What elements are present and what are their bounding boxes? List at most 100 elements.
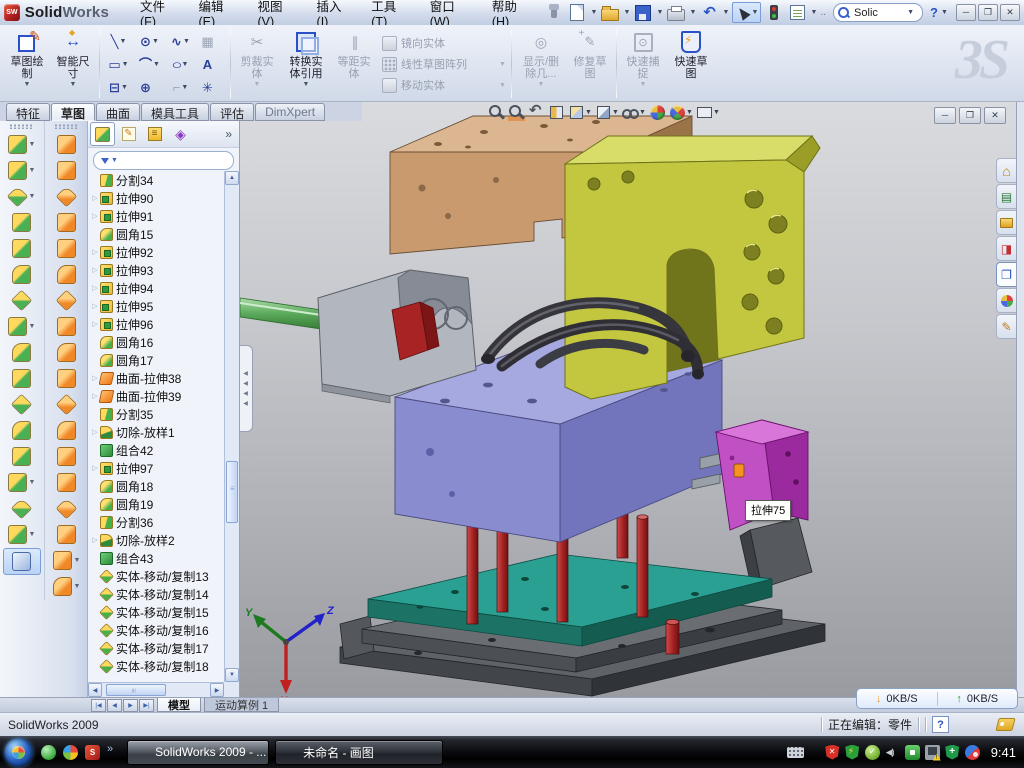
feature-tree-item[interactable]: 实体-移动/复制17 xyxy=(88,639,224,657)
sketch-button[interactable]: 草图绘制▼ xyxy=(4,27,50,101)
view-tool-button[interactable]: ▼ xyxy=(696,104,720,121)
feature-tool-button[interactable]: ▼ xyxy=(4,210,40,235)
options-list-icon[interactable] xyxy=(787,3,807,22)
view-tool-button[interactable]: ▼ xyxy=(568,104,592,121)
model-canvas[interactable]: Y Z X xyxy=(240,102,1016,697)
feature-tree-item[interactable]: 曲面-拉伸39 xyxy=(88,387,224,405)
tree-filter-box[interactable]: ▼ xyxy=(93,151,234,170)
feature-tree-item[interactable]: 分割36 xyxy=(88,513,224,531)
feature-tree-item[interactable]: 圆角17 xyxy=(88,351,224,369)
surface-tool-button[interactable]: ▼ xyxy=(49,444,85,469)
surface-tool-button[interactable]: ▼ xyxy=(49,184,85,209)
task-pane-tab[interactable] xyxy=(996,314,1016,339)
undo-caret[interactable]: ▼ xyxy=(722,9,729,16)
feature-tree-item[interactable]: 切除-放样1 xyxy=(88,423,224,441)
task-pane-tab[interactable] xyxy=(996,262,1016,287)
expand-arrow-icon[interactable] xyxy=(90,248,100,256)
surface-tool-button[interactable]: ▼ xyxy=(49,262,85,287)
options-caret[interactable]: ▼ xyxy=(810,9,817,16)
quick-snaps-button[interactable]: ⊙ 快速捕捉▼ xyxy=(620,27,666,101)
feature-tool-button[interactable]: ▼ xyxy=(4,158,40,183)
view-tool-button[interactable]: ▼ xyxy=(488,104,505,121)
sketch-entity-button[interactable]: ⊙▼ xyxy=(134,30,165,53)
scroll-right-arrow[interactable]: ▶ xyxy=(210,683,224,697)
command-tab[interactable]: 评估 xyxy=(210,103,254,121)
view-tool-button[interactable]: ▼ xyxy=(508,104,525,121)
sketch-entity-button[interactable]: ✳▼ xyxy=(196,76,227,99)
model-tab[interactable]: 运动算例 1 xyxy=(204,698,279,712)
command-tab[interactable]: 曲面 xyxy=(96,103,140,121)
surface-tool-button[interactable]: ▼ xyxy=(49,496,85,521)
feature-tool-button[interactable]: ▼ xyxy=(4,314,40,339)
feature-tree-item[interactable]: 实体-移动/复制16 xyxy=(88,621,224,639)
clipped-toolbar-button[interactable]: .. xyxy=(820,7,826,18)
feature-tree-item[interactable]: 切除-放样2 xyxy=(88,531,224,549)
expand-arrow-icon[interactable] xyxy=(90,284,100,292)
panel-header-tab[interactable] xyxy=(116,122,141,146)
expand-arrow-icon[interactable] xyxy=(90,266,100,274)
feature-tree-item[interactable]: 拉伸96 xyxy=(88,315,224,333)
sketch-entity-button[interactable]: ○▼ xyxy=(165,53,196,76)
command-tab[interactable]: 模具工具 xyxy=(141,103,209,121)
expand-arrow-icon[interactable] xyxy=(90,320,100,328)
help-caret[interactable]: ▼ xyxy=(941,9,948,16)
repair-sketch-button[interactable]: ✎ 修复草图 xyxy=(567,27,613,101)
view-tool-button[interactable]: ▼ xyxy=(622,104,646,121)
sketch-entity-button[interactable]: ▭▼ xyxy=(103,53,134,76)
tab-nav-button[interactable]: |◀ xyxy=(91,699,106,712)
expand-arrow-icon[interactable] xyxy=(90,194,100,202)
open-caret[interactable]: ▼ xyxy=(623,9,630,16)
feature-tool-button[interactable]: ▼ xyxy=(4,470,40,495)
panel-overflow-chevron[interactable]: » xyxy=(220,127,237,141)
feature-tool-button[interactable]: ▼ xyxy=(4,444,40,469)
sketch-entity-button[interactable]: ⊕▼ xyxy=(134,76,165,99)
model-tab[interactable]: 模型 xyxy=(157,698,201,712)
sketch-entity-button[interactable]: ⊟▼ xyxy=(103,76,134,99)
feature-tree-item[interactable]: 拉伸91 xyxy=(88,207,224,225)
surface-tool-button[interactable]: ▼ xyxy=(49,366,85,391)
doc-close-button[interactable]: ✕ xyxy=(984,107,1006,124)
linear-sketch-pattern-button[interactable]: 线性草图阵列▼ xyxy=(376,55,508,73)
feature-tree-item[interactable]: 分割35 xyxy=(88,405,224,423)
surface-tool-button[interactable]: ▼ xyxy=(49,132,85,157)
feature-tool-button[interactable]: ▼ xyxy=(4,132,40,157)
quick-launch-icon[interactable] xyxy=(63,745,78,760)
task-pane-tab[interactable] xyxy=(996,184,1016,209)
tray-icon[interactable] xyxy=(945,745,960,760)
feature-tree-item[interactable]: 曲面-拉伸38 xyxy=(88,369,224,387)
horizontal-scroll-thumb[interactable] xyxy=(106,684,166,696)
search-input[interactable] xyxy=(852,6,904,20)
display-delete-relations-button[interactable]: ◎ 显示/删除几...▼ xyxy=(515,27,567,101)
quick-launch-icon[interactable] xyxy=(41,745,56,760)
doc-restore-button[interactable]: ❐ xyxy=(959,107,981,124)
feature-tool-button[interactable]: ▼ xyxy=(4,262,40,287)
rebuild-traffic-light-icon[interactable] xyxy=(764,3,784,22)
sketch-entity-button[interactable]: ⌒▼ xyxy=(134,53,165,76)
sketch-entity-button[interactable]: ╲▼ xyxy=(103,30,134,53)
scroll-left-arrow[interactable]: ◀ xyxy=(88,683,102,697)
tab-nav-button[interactable]: ▶| xyxy=(139,699,154,712)
feature-tool-button[interactable]: ▼ xyxy=(4,522,40,547)
view-tool-button[interactable]: ▼ xyxy=(548,104,565,121)
convert-entities-button[interactable]: 转换实体引用▼ xyxy=(280,27,332,101)
surface-tool-button[interactable]: ▼ xyxy=(49,418,85,443)
close-button[interactable]: ✕ xyxy=(1000,4,1020,21)
surface-tool-button[interactable]: ▼ xyxy=(49,548,85,573)
sketch-entity-button[interactable]: ∿▼ xyxy=(165,30,196,53)
tray-icon[interactable] xyxy=(885,745,900,760)
restore-button[interactable]: ❐ xyxy=(978,4,998,21)
quick-launch-overflow[interactable]: » xyxy=(107,743,113,755)
taskbar-task-button[interactable]: SolidWorks 2009 - ... xyxy=(127,740,269,765)
view-tool-button[interactable]: ▼ xyxy=(649,104,666,121)
surface-tool-button[interactable]: ▼ xyxy=(49,574,85,599)
sketch-entity-button[interactable]: A▼ xyxy=(196,53,227,76)
feature-tree-item[interactable]: 圆角16 xyxy=(88,333,224,351)
feature-tool-button[interactable]: ▼ xyxy=(4,366,40,391)
rapid-sketch-button[interactable]: 快速草图 xyxy=(666,27,716,101)
feature-tool-button[interactable]: ▼ xyxy=(4,288,40,313)
print-icon[interactable] xyxy=(666,3,686,22)
command-tab[interactable]: 特征 xyxy=(6,103,50,121)
offset-entities-button[interactable]: ∥ 等距实体 xyxy=(332,27,376,101)
tray-icon[interactable] xyxy=(845,745,860,760)
sketch-entity-button[interactable]: ▦▼ xyxy=(196,30,227,53)
